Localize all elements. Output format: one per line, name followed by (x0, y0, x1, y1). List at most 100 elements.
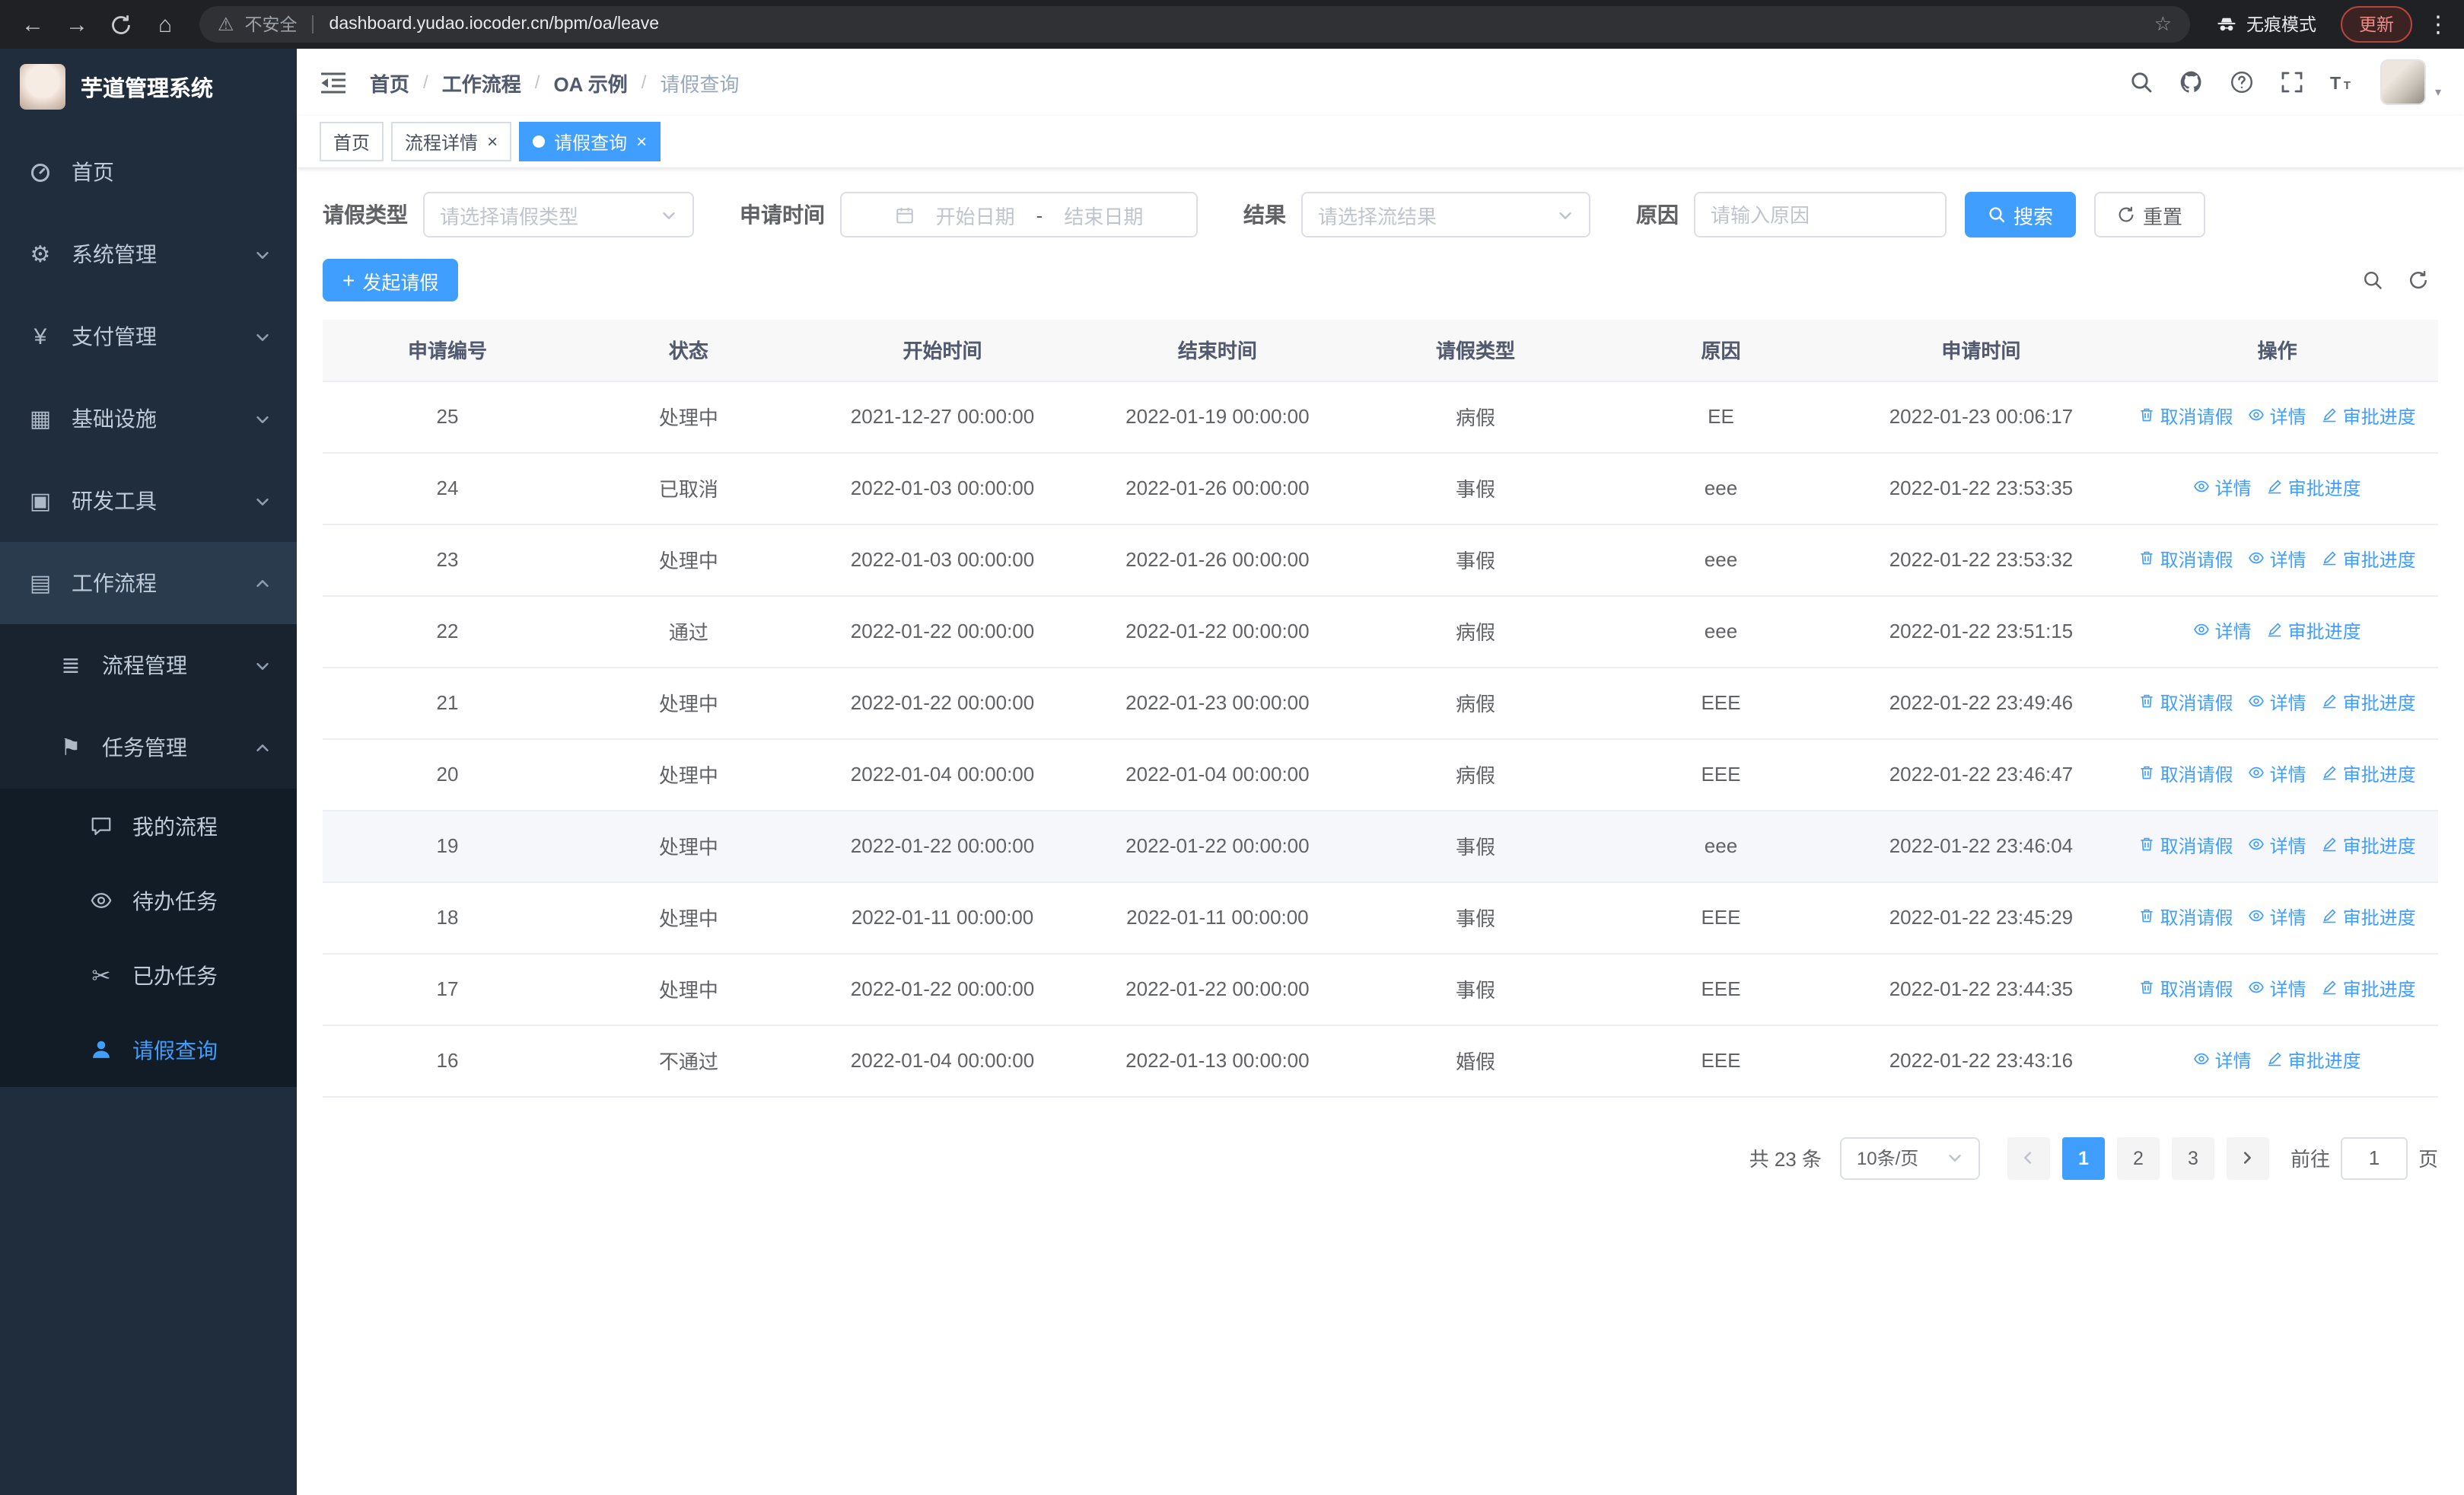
edit-icon (2267, 477, 2284, 499)
sidebar-item-my-process[interactable]: 我的流程 (0, 789, 297, 863)
create-leave-button[interactable]: + 发起请假 (323, 259, 459, 301)
sidebar-item-infrastructure[interactable]: ▦ 基础设施 (0, 378, 297, 460)
detail-action-link[interactable]: 详情 (2249, 904, 2306, 930)
page-button-3[interactable]: 3 (2171, 1136, 2214, 1179)
page-button-1[interactable]: 1 (2061, 1136, 2105, 1179)
reason-input[interactable] (1694, 192, 1947, 237)
github-icon[interactable] (2179, 70, 2204, 94)
forward-button[interactable]: → (56, 4, 97, 45)
sidebar-item-task-management[interactable]: ⚑ 任务管理 (0, 706, 297, 789)
leave-type-select[interactable]: 请选择请假类型 (423, 192, 694, 237)
detail-action-link[interactable]: 详情 (2249, 547, 2306, 572)
progress-action-link[interactable]: 审批进度 (2322, 403, 2416, 429)
view-icon (2194, 477, 2211, 499)
detail-action-link[interactable]: 详情 (2194, 475, 2252, 501)
app-header: 首页 / 工作流程 / OA 示例 / 请假查询 TT ▾ (297, 49, 2464, 116)
sidebar-item-payment-management[interactable]: ¥ 支付管理 (0, 295, 297, 378)
fullscreen-icon[interactable] (2280, 70, 2304, 94)
progress-action-link[interactable]: 审批进度 (2322, 904, 2416, 930)
sidebar-toggle-button[interactable] (320, 71, 347, 94)
detail-action-link[interactable]: 详情 (2249, 761, 2306, 787)
update-button[interactable]: 更新 (2341, 6, 2412, 43)
font-size-icon[interactable]: TT (2330, 70, 2354, 94)
action-label: 审批进度 (2342, 979, 2416, 1000)
sidebar-item-system-management[interactable]: ⚙ 系统管理 (0, 213, 297, 295)
back-button[interactable]: ← (12, 4, 53, 45)
sidebar-item-dev-tools[interactable]: ▣ 研发工具 (0, 460, 297, 542)
apply-time-range-picker[interactable]: 开始日期 - 结束日期 (840, 192, 1198, 237)
browser-menu-icon[interactable]: ⋮ (2424, 11, 2452, 38)
detail-action-link[interactable]: 详情 (2249, 833, 2306, 859)
detail-action-link[interactable]: 详情 (2194, 1047, 2252, 1073)
next-page-button[interactable] (2226, 1136, 2269, 1179)
result-select[interactable]: 请选择流结果 (1301, 192, 1590, 237)
leave-type-placeholder: 请选择请假类型 (440, 205, 579, 228)
progress-action-link[interactable]: 审批进度 (2322, 761, 2416, 787)
detail-action-link[interactable]: 详情 (2194, 618, 2252, 644)
detail-action-link[interactable]: 详情 (2249, 690, 2306, 716)
cell-type: 病假 (1355, 738, 1597, 811)
user-icon (87, 1038, 116, 1061)
cancel-action-link[interactable]: 取消请假 (2139, 690, 2233, 716)
page-size-select[interactable]: 10条/页 (1839, 1136, 1980, 1179)
search-icon[interactable] (2129, 70, 2154, 94)
refresh-icon[interactable] (2408, 269, 2429, 291)
bookmark-star-icon[interactable]: ☆ (2154, 12, 2172, 37)
reload-button[interactable] (100, 4, 142, 45)
hide-search-icon[interactable] (2362, 269, 2383, 291)
cancel-action-link[interactable]: 取消请假 (2139, 833, 2233, 859)
progress-action-link[interactable]: 审批进度 (2322, 547, 2416, 572)
sidebar-item-leave-query[interactable]: 请假查询 (0, 1012, 297, 1087)
address-bar[interactable]: ⚠ 不安全 dashboard.yudao.iocoder.cn/bpm/oa/… (199, 6, 2190, 43)
sidebar-item-workflow[interactable]: ▤ 工作流程 (0, 542, 297, 624)
dashboard-icon (26, 161, 55, 183)
breadcrumb-item[interactable]: 首页 (370, 68, 409, 97)
browser-home-button[interactable]: ⌂ (145, 4, 186, 45)
security-label[interactable]: 不安全 (245, 12, 298, 37)
cell-actions: 取消请假 详情 审批进度 (2116, 810, 2438, 882)
cell-reason: EE (1596, 381, 1846, 453)
search-button[interactable]: 搜索 (1965, 192, 2077, 237)
logo[interactable]: 芋道管理系统 (0, 49, 297, 125)
sidebar-item-process-management[interactable]: ≣ 流程管理 (0, 624, 297, 706)
breadcrumb-item[interactable]: 工作流程 (442, 68, 521, 97)
sidebar-item-done-tasks[interactable]: ✂ 已办任务 (0, 938, 297, 1012)
reason-label: 原因 (1636, 202, 1679, 227)
edit-icon (2322, 835, 2338, 856)
progress-action-link[interactable]: 审批进度 (2322, 833, 2416, 859)
cell-reason: EEE (1596, 667, 1846, 739)
detail-action-link[interactable]: 详情 (2249, 403, 2306, 429)
sidebar-item-home[interactable]: 首页 (0, 131, 297, 213)
close-tab-icon[interactable]: × (636, 132, 647, 151)
tab-0[interactable]: 首页 (320, 122, 384, 161)
progress-action-link[interactable]: 审批进度 (2267, 618, 2361, 644)
url-text[interactable]: dashboard.yudao.iocoder.cn/bpm/oa/leave (329, 15, 660, 33)
cancel-action-link[interactable]: 取消请假 (2139, 547, 2233, 572)
sidebar-item-todo-tasks[interactable]: 待办任务 (0, 863, 297, 938)
tab-1[interactable]: 流程详情 × (391, 122, 512, 161)
prev-page-button[interactable] (2007, 1136, 2050, 1179)
progress-action-link[interactable]: 审批进度 (2267, 475, 2361, 501)
cancel-action-link[interactable]: 取消请假 (2139, 976, 2233, 1002)
tab-2[interactable]: 请假查询 × (519, 122, 661, 161)
cell-id: 25 (323, 381, 573, 453)
help-icon[interactable] (2230, 70, 2254, 94)
reset-button[interactable]: 重置 (2094, 192, 2206, 237)
cell-actions: 取消请假 详情 审批进度 (2116, 953, 2438, 1025)
breadcrumb-item[interactable]: OA 示例 (553, 68, 627, 97)
goto-page-input[interactable] (2340, 1136, 2408, 1179)
progress-action-link[interactable]: 审批进度 (2322, 976, 2416, 1002)
cancel-action-link[interactable]: 取消请假 (2139, 403, 2233, 429)
page-button-2[interactable]: 2 (2116, 1136, 2160, 1179)
detail-action-link[interactable]: 详情 (2249, 976, 2306, 1002)
close-tab-icon[interactable]: × (487, 132, 498, 151)
progress-action-link[interactable]: 审批进度 (2322, 690, 2416, 716)
cell-reason: eee (1596, 595, 1846, 668)
progress-action-link[interactable]: 审批进度 (2267, 1047, 2361, 1073)
cell-reason: EEE (1596, 881, 1846, 954)
cancel-action-link[interactable]: 取消请假 (2139, 904, 2233, 930)
cancel-action-link[interactable]: 取消请假 (2139, 761, 2233, 787)
scissors-icon: ✂ (91, 963, 111, 989)
sidebar-item-label: 首页 (72, 160, 114, 184)
user-menu[interactable]: ▾ (2380, 59, 2441, 105)
